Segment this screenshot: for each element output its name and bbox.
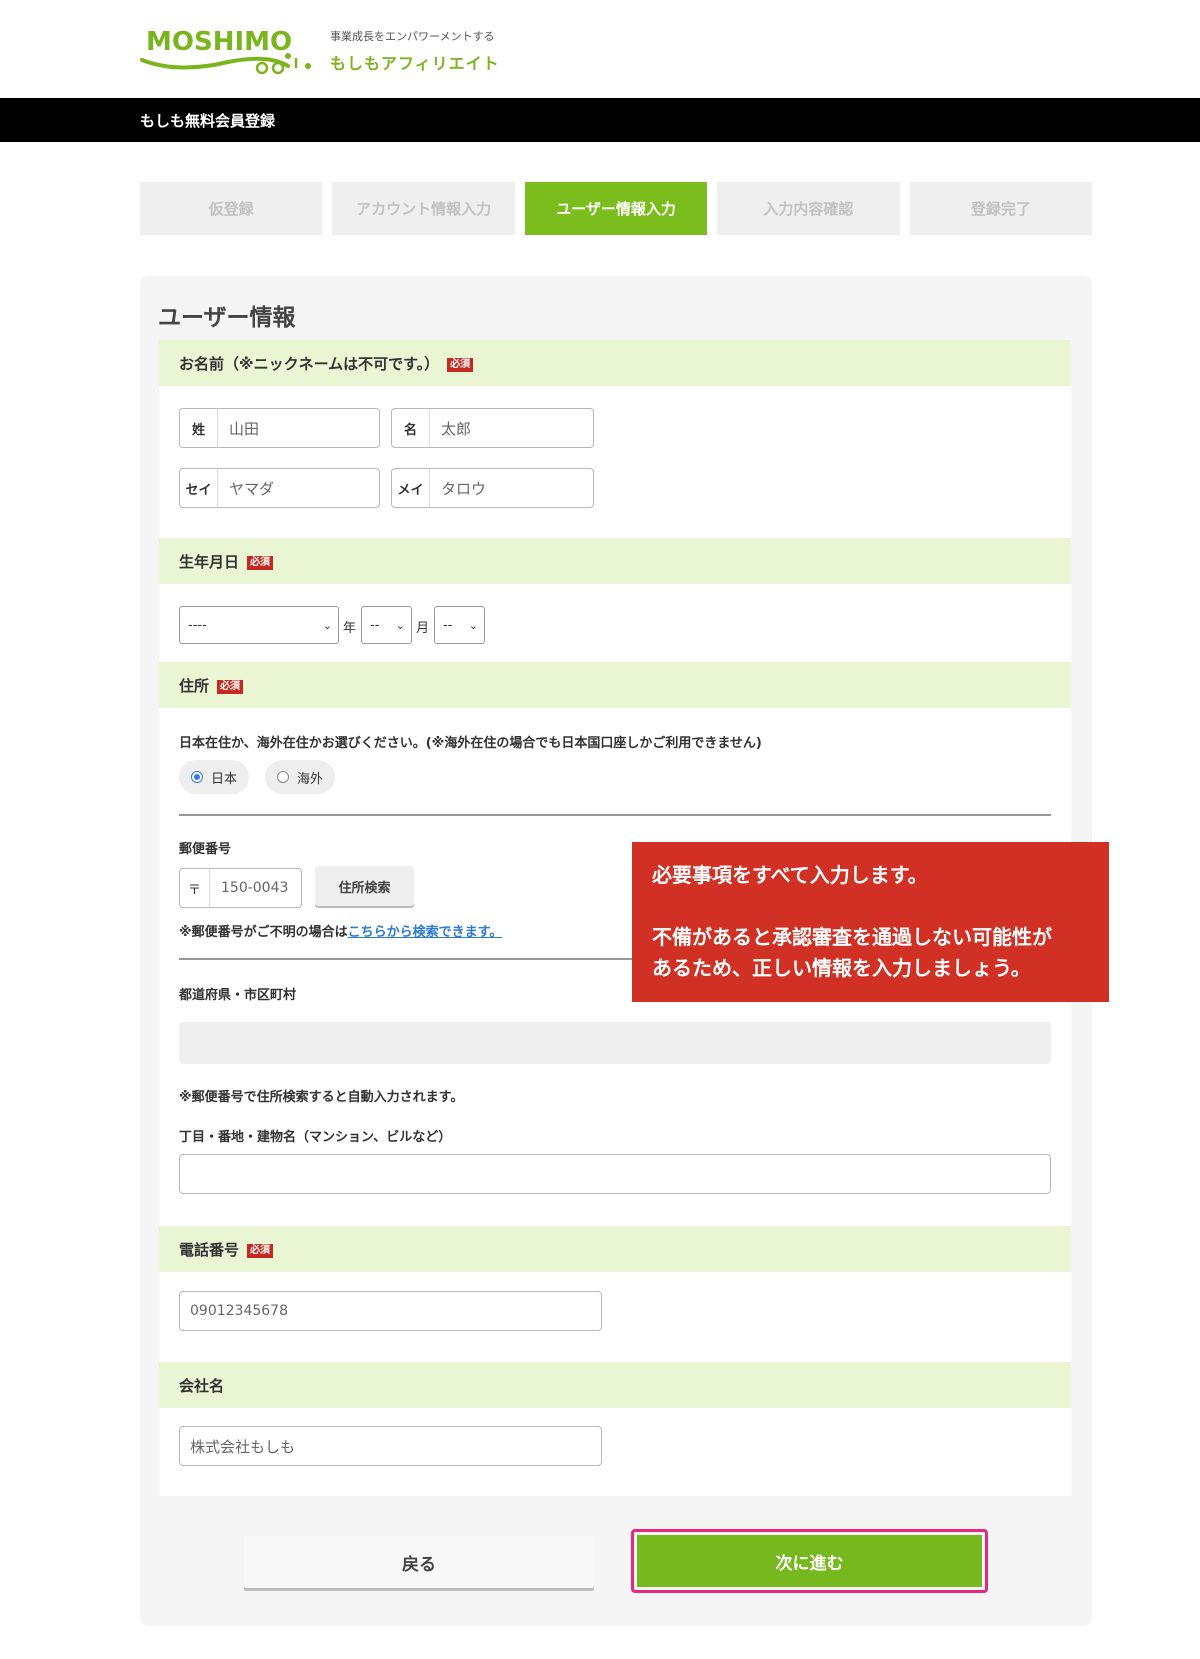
radio-japan-label: 日本 xyxy=(211,771,238,787)
last-kana-input[interactable]: セイ ヤマダ xyxy=(179,468,380,508)
postal-placeholder: 150-0043 xyxy=(221,880,289,896)
autofill-note: ※郵便番号で住所検索すると自動入力されます。 xyxy=(179,1090,464,1105)
name-section-header: お名前（※ニックネームは不可です。） 必須 xyxy=(159,340,1071,386)
radio-overseas[interactable]: 海外 xyxy=(265,760,336,794)
postal-code-input[interactable]: 〒 150-0043 xyxy=(179,868,302,908)
back-button[interactable]: 戻る xyxy=(244,1536,594,1588)
birth-year-value: ---- xyxy=(188,617,207,633)
address-section-header: 住所 必須 xyxy=(159,662,1071,708)
prefecture-field xyxy=(179,1022,1051,1064)
step-provisional: 仮登録 xyxy=(140,182,323,235)
birth-section-header: 生年月日 必須 xyxy=(159,538,1071,584)
radio-japan[interactable]: 日本 xyxy=(179,760,250,794)
address-heading: 住所 xyxy=(179,677,210,695)
required-badge: 必須 xyxy=(217,679,244,694)
chevron-down-icon: ⌄ xyxy=(395,619,405,632)
step-confirm: 入力内容確認 xyxy=(717,182,900,235)
divider xyxy=(179,814,1051,816)
last-kana-placeholder: ヤマダ xyxy=(229,479,275,498)
postal-mark-icon: 〒 xyxy=(180,869,210,907)
last-name-input[interactable]: 姓 山田 xyxy=(179,408,380,448)
required-badge: 必須 xyxy=(247,555,274,570)
title-bar: もしも無料会員登録 xyxy=(0,98,1200,142)
tagline: 事業成長をエンパワーメントする xyxy=(330,30,495,43)
address-search-button[interactable]: 住所検索 xyxy=(315,866,414,906)
last-name-label: 姓 xyxy=(180,409,218,447)
divider xyxy=(179,958,649,960)
annotation-callout: 必要事項をすべて入力します。 不備があると承認審査を通過しない可能性が あるため… xyxy=(632,842,1109,1002)
phone-section-header: 電話番号 必須 xyxy=(159,1226,1071,1272)
form-title: ユーザー情報 xyxy=(158,305,296,331)
phone-heading: 電話番号 xyxy=(179,1241,240,1259)
chevron-down-icon: ⌄ xyxy=(322,619,332,632)
callout-line-2: 不備があると承認審査を通過しない可能性が xyxy=(652,925,1052,949)
birth-day-select[interactable]: -- ⌄ xyxy=(434,606,485,644)
month-unit: 月 xyxy=(416,621,430,636)
radio-unselected-icon xyxy=(277,771,289,783)
required-badge: 必須 xyxy=(247,1243,274,1258)
birth-heading: 生年月日 xyxy=(179,553,240,571)
brand-name: もしもアフィリエイト xyxy=(330,54,500,73)
last-kana-label: セイ xyxy=(180,469,218,507)
step-user-info: ユーザー情報入力 xyxy=(524,182,708,235)
company-heading: 会社名 xyxy=(179,1377,225,1395)
birth-day-value: -- xyxy=(443,617,453,633)
birth-year-select[interactable]: ---- ⌄ xyxy=(179,606,339,644)
residence-note: 日本在住か、海外在住かお選びください。(※海外在住の場合でも日本国口座しかご利用… xyxy=(179,736,762,751)
moshimo-logo[interactable]: MOSHIMO xyxy=(138,18,318,80)
postal-help: ※郵便番号がご不明の場合はこちらから検索できます。 xyxy=(179,921,502,940)
step-account-info: アカウント情報入力 xyxy=(332,182,515,235)
street-label: 丁目・番地・建物名（マンション、ビルなど） xyxy=(179,1130,452,1145)
page-title: もしも無料会員登録 xyxy=(140,112,276,130)
callout-line-1: 必要事項をすべて入力します。 xyxy=(652,863,928,887)
radio-selected-icon xyxy=(191,771,203,783)
radio-overseas-label: 海外 xyxy=(297,771,324,787)
postal-help-text: ※郵便番号がご不明の場合は xyxy=(179,925,348,940)
chevron-down-icon: ⌄ xyxy=(468,619,478,632)
first-kana-label: メイ xyxy=(392,469,430,507)
logo-text: MOSHIMO xyxy=(146,27,292,57)
postal-label: 郵便番号 xyxy=(179,842,232,857)
phone-input[interactable]: 09012345678 xyxy=(179,1291,602,1331)
step-complete: 登録完了 xyxy=(909,182,1093,235)
required-badge: 必須 xyxy=(447,357,474,372)
birth-month-select[interactable]: -- ⌄ xyxy=(361,606,412,644)
postal-search-link[interactable]: こちらから検索できます。 xyxy=(348,925,503,940)
prefecture-label: 都道府県・市区町村 xyxy=(179,988,297,1003)
next-button[interactable]: 次に進む xyxy=(637,1535,982,1587)
callout-line-3: あるため、正しい情報を入力しましょう。 xyxy=(652,956,1031,980)
last-name-placeholder: 山田 xyxy=(229,419,260,438)
first-name-placeholder: 太郎 xyxy=(441,419,472,438)
company-section-header: 会社名 xyxy=(159,1362,1071,1408)
first-kana-input[interactable]: メイ タロウ xyxy=(391,468,594,508)
street-address-input[interactable] xyxy=(179,1154,1051,1194)
birth-month-value: -- xyxy=(370,617,380,633)
name-heading: お名前（※ニックネームは不可です。） xyxy=(179,355,440,373)
first-kana-placeholder: タロウ xyxy=(441,479,487,498)
company-input[interactable]: 株式会社もしも xyxy=(179,1426,602,1466)
first-name-input[interactable]: 名 太郎 xyxy=(391,408,594,448)
registration-steps: 仮登録 アカウント情報入力 ユーザー情報入力 入力内容確認 登録完了 xyxy=(140,182,1093,235)
year-unit: 年 xyxy=(343,621,357,636)
first-name-label: 名 xyxy=(392,409,430,447)
